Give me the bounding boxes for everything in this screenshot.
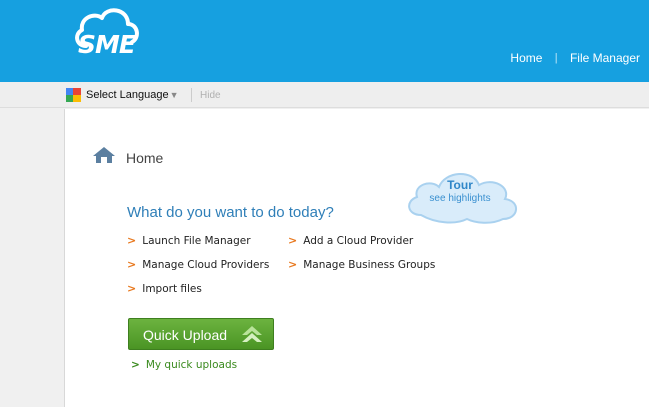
hide-language-bar-link[interactable]: Hide (200, 90, 221, 101)
manage-cloud-providers-link[interactable]: > Manage Cloud Providers (127, 258, 269, 271)
action-label: Import files (142, 283, 202, 295)
my-quick-uploads-link[interactable]: > My quick uploads (131, 359, 237, 371)
action-label: Add a Cloud Provider (303, 235, 414, 247)
welcome-question: What do you want to do today? (127, 204, 334, 221)
chevron-right-icon: > (131, 359, 140, 371)
action-label: Manage Business Groups (303, 259, 436, 271)
action-label: Manage Cloud Providers (142, 259, 270, 271)
page-title: Home (126, 150, 164, 166)
my-quick-uploads-label: My quick uploads (145, 359, 238, 371)
quick-upload-button[interactable]: Quick Upload (128, 318, 274, 350)
language-bar-divider (191, 88, 192, 102)
nav-separator: | (554, 51, 558, 64)
add-cloud-provider-link[interactable]: > Add a Cloud Provider (288, 234, 413, 247)
top-nav: Home | File Manager (510, 50, 640, 65)
select-language-dropdown[interactable]: Select Language▼ (86, 89, 179, 101)
app-header: SME Home | File Manager (0, 0, 649, 82)
chevron-right-icon: > (288, 258, 298, 271)
language-bar: Select Language▼ Hide (0, 82, 649, 108)
google-translate-icon (66, 88, 81, 102)
chevron-right-icon: > (288, 234, 298, 247)
logo-text: SME (78, 30, 136, 59)
tour-title[interactable]: Tour (401, 178, 519, 192)
manage-business-groups-link[interactable]: > Manage Business Groups (288, 258, 435, 271)
tour-subtitle[interactable]: see highlights (401, 193, 519, 204)
home-icon (93, 147, 115, 163)
nav-home-link[interactable]: Home (510, 51, 542, 65)
chevron-right-icon: > (127, 234, 137, 247)
select-language-label: Select Language (86, 89, 169, 101)
dropdown-arrow-icon: ▼ (169, 90, 179, 100)
launch-file-manager-link[interactable]: > Launch File Manager (127, 234, 251, 247)
action-label: Launch File Manager (142, 235, 251, 247)
nav-file-manager-link[interactable]: File Manager (570, 51, 640, 65)
upload-arrows-icon (242, 326, 262, 342)
chevron-right-icon: > (127, 282, 137, 295)
import-files-link[interactable]: > Import files (127, 282, 202, 295)
quick-upload-label: Quick Upload (143, 327, 228, 343)
chevron-right-icon: > (127, 258, 137, 271)
